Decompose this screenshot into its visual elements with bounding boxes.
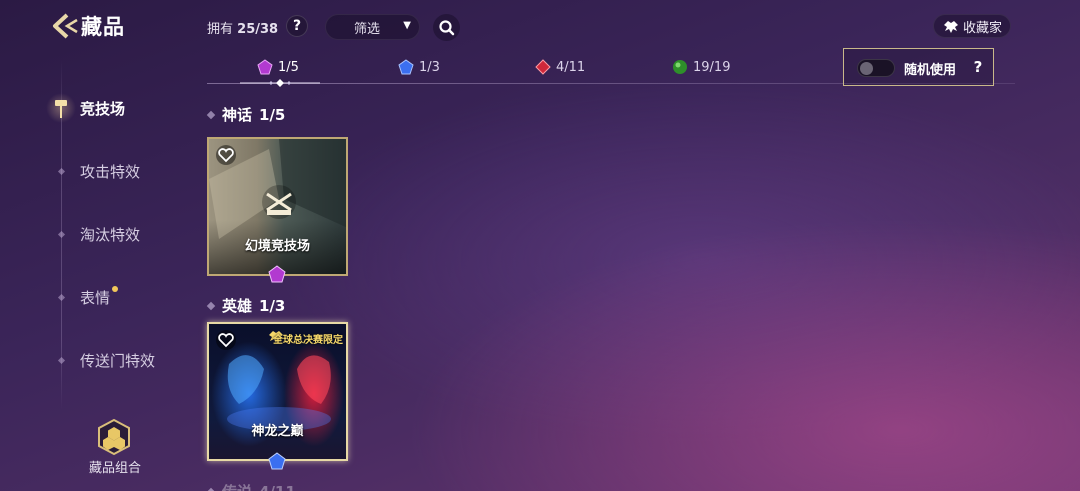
tab-count: 4/11 — [556, 59, 586, 75]
random-use-panel: 随机使用 ? — [843, 48, 994, 86]
card-title: 神龙之巅 — [251, 424, 304, 439]
search-icon[interactable] — [433, 14, 460, 41]
section-header-mythic: 神话 1/5 — [206, 104, 286, 125]
filter-dropdown[interactable]: 筛选 ▼ — [325, 14, 420, 40]
notification-dot — [112, 286, 118, 292]
green-orb-icon — [673, 60, 687, 74]
section-count: 4/11 — [259, 483, 296, 491]
tab-rarity-epic[interactable]: 1/3 — [398, 59, 440, 75]
section-name: 传说 — [222, 481, 252, 491]
arena-flag-icon — [46, 93, 76, 123]
sidebar-dot — [57, 356, 66, 365]
sidebar-dot — [57, 167, 66, 176]
filter-label: 筛选 — [354, 21, 381, 37]
sidebar-item-portal-effects[interactable]: 传送门特效 — [80, 350, 155, 371]
purple-gem-icon — [257, 59, 273, 75]
section-name: 神话 — [222, 106, 253, 124]
tab-rarity-mythic[interactable]: 1/5 — [257, 59, 299, 75]
purple-gem-icon — [268, 265, 286, 283]
red-gem-icon — [535, 59, 551, 75]
section-name: 英雄 — [222, 297, 253, 315]
arena-card[interactable]: 全球总决赛限定 神龙之巅 — [207, 322, 348, 461]
toggle-knob — [860, 62, 873, 75]
section-header-rare: 传说 4/11 — [206, 481, 296, 491]
chevron-down-icon: ▼ — [403, 20, 411, 31]
diamond-icon — [206, 487, 216, 491]
owned-count: 拥有 25/38 — [207, 18, 278, 37]
tab-count: 1/3 — [419, 59, 440, 75]
section-header-epic: 英雄 1/3 — [206, 295, 286, 316]
favorite-heart-icon[interactable] — [215, 145, 237, 165]
collector-button[interactable]: 收藏家 — [933, 14, 1011, 38]
diamond-icon — [206, 110, 216, 119]
collection-combo-icon[interactable] — [96, 418, 132, 456]
tab-rarity-common[interactable]: 19/19 — [672, 59, 730, 75]
wings-icon — [944, 21, 958, 33]
sidebar-dot — [57, 230, 66, 239]
sidebar-item-elimination-effects[interactable]: 淘汰特效 — [80, 224, 140, 245]
random-use-toggle[interactable] — [857, 59, 895, 77]
limited-edition-badge: 全球总决赛限定 — [273, 335, 343, 346]
page-title: 藏品 — [81, 15, 125, 39]
random-help-button[interactable]: ? — [968, 57, 988, 77]
active-tab-indicator — [240, 79, 320, 87]
section-count: 1/5 — [259, 105, 286, 124]
tab-count: 1/5 — [278, 59, 299, 75]
tab-rarity-rare[interactable]: 4/11 — [535, 59, 585, 75]
tab-count: 19/19 — [693, 59, 731, 75]
owned-label: 拥有 — [207, 22, 234, 37]
collector-label: 收藏家 — [963, 20, 1003, 36]
sidebar-item-attack-effects[interactable]: 攻击特效 — [80, 161, 140, 182]
favorite-heart-icon[interactable] — [215, 330, 237, 350]
owned-value: 25/38 — [237, 22, 279, 37]
diamond-icon — [206, 301, 216, 310]
card-title: 幻境竞技场 — [244, 239, 310, 254]
blue-gem-icon — [398, 59, 414, 75]
owned-help-button[interactable]: ? — [286, 15, 308, 37]
arena-card[interactable]: 幻境竞技场 — [207, 137, 348, 276]
random-use-label: 随机使用 — [904, 63, 957, 78]
sidebar-item-arena[interactable]: 竞技场 — [80, 98, 125, 119]
blue-gem-icon — [268, 452, 286, 470]
sidebar-item-emotes[interactable]: 表情 — [80, 287, 110, 308]
back-arrow-icon[interactable] — [50, 12, 80, 40]
section-count: 1/3 — [259, 296, 286, 315]
collection-combo-label[interactable]: 藏品组合 — [89, 457, 141, 476]
sidebar-dot — [57, 293, 66, 302]
